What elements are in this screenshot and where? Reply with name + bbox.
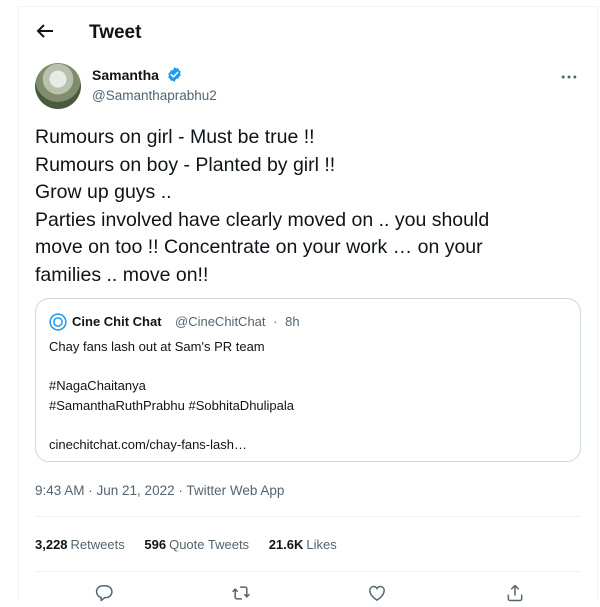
quote-line: Chay fans lash out at Sam's PR team (49, 339, 265, 354)
likes-label: Likes (306, 537, 337, 552)
author-handle[interactable]: @Samanthaprabhu2 (92, 88, 217, 103)
quoted-tweet[interactable]: Cine Chit Chat @CineChitChat · 8h Chay f… (35, 298, 581, 462)
quote-tweets-label: Quote Tweets (169, 537, 250, 552)
retweets-count: 3,228 (35, 537, 68, 552)
author-name[interactable]: Samantha (92, 67, 159, 83)
page-title: Tweet (89, 22, 142, 43)
tweet-panel: Tweet Samantha @Samanthaprabhu2 Rumours … (18, 6, 598, 602)
divider (35, 571, 581, 572)
arrow-left-icon[interactable] (33, 19, 57, 43)
quote-line (49, 359, 294, 379)
likes-stat[interactable]: 21.6K Likes (269, 537, 337, 552)
tweet-stats: 3,228 Retweets 596 Quote Tweets 21.6K Likes (35, 537, 353, 552)
quote-author-avatar-icon (49, 313, 67, 331)
tweet-line: families .. move on!! (35, 263, 209, 286)
tweet-actions (19, 575, 597, 607)
likes-count: 21.6K (268, 537, 304, 552)
retweets-stat[interactable]: 3,228 Retweets (35, 537, 125, 552)
tweet-line: move on too !! Concentrate on your work … (35, 236, 483, 258)
tweet-text: Rumours on girl - Must be true !! Rumour… (35, 124, 575, 289)
like-icon[interactable] (367, 583, 387, 603)
more-options-icon[interactable] (559, 67, 579, 87)
quote-body: Chay fans lash out at Sam's PR team #Nag… (49, 339, 294, 456)
quote-time: 8h (285, 314, 300, 329)
tweet-line: Rumours on girl - Must be true !! (35, 126, 315, 148)
quote-author-name: Cine Chit Chat (72, 314, 162, 329)
quote-author-handle: @CineChitChat (175, 314, 266, 329)
divider (35, 516, 581, 517)
share-icon[interactable] (505, 583, 525, 603)
quote-line: #SamanthaRuthPrabhu #SobhitaDhulipala (49, 397, 295, 413)
tweet-timestamp[interactable]: 9:43 AM · Jun 21, 2022 · Twitter Web App (35, 483, 284, 498)
tweet-line: Grow up guys .. (35, 181, 172, 203)
tweet-line: Parties involved have clearly moved on .… (35, 208, 490, 231)
retweet-icon[interactable] (231, 583, 251, 603)
quote-meta: @CineChitChat · 8h (175, 314, 304, 329)
quote-tweets-stat[interactable]: 596 Quote Tweets (144, 537, 249, 552)
quote-link[interactable]: cinechitchat.com/chay-fans-lash… (49, 437, 294, 457)
avatar[interactable] (35, 63, 81, 109)
verified-badge-icon (168, 67, 181, 82)
retweets-label: Retweets (70, 537, 125, 552)
quote-line: #NagaChaitanya (49, 378, 146, 393)
reply-icon[interactable] (94, 583, 114, 603)
header: Tweet (19, 7, 597, 55)
quote-tweets-count: 596 (144, 537, 167, 552)
quote-line (49, 417, 294, 437)
tweet-line: Rumours on boy - Planted by girl !! (35, 153, 336, 176)
quote-separator: · (273, 314, 278, 329)
